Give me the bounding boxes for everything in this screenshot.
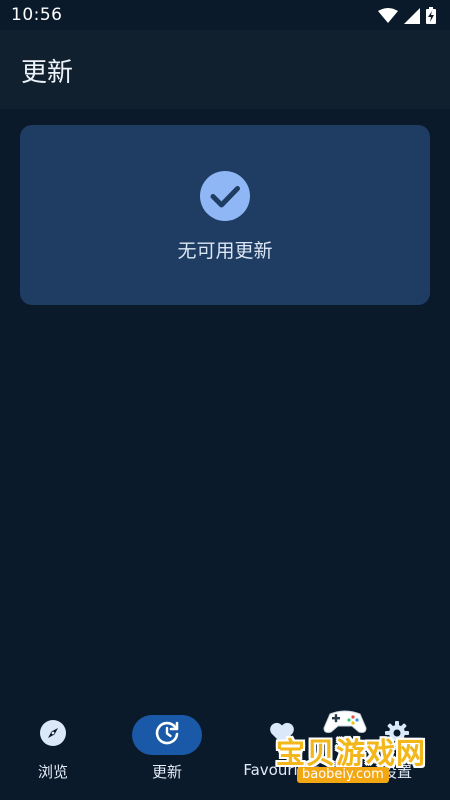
status-icons <box>378 7 436 28</box>
no-updates-message: 无可用更新 <box>177 240 273 262</box>
nav-label-updates: 更新 <box>151 763 182 781</box>
status-time: 10:56 <box>11 5 63 25</box>
wifi-icon <box>378 7 398 28</box>
check-circle-icon <box>200 171 250 221</box>
compass-icon <box>40 720 66 750</box>
app-bar: 更新 <box>0 30 450 109</box>
nav-item-browse[interactable]: 浏览 <box>0 714 108 784</box>
nav-active-indicator <box>132 715 202 755</box>
nav-label-browse: 浏览 <box>37 763 68 781</box>
nav-item-updates[interactable]: 更新 <box>112 714 222 784</box>
watermark-text: 宝贝游戏网 <box>276 736 427 770</box>
page-title: 更新 <box>21 58 74 88</box>
update-icon <box>154 720 180 750</box>
nav-icon-container <box>18 715 88 755</box>
battery-icon <box>426 7 436 28</box>
watermark-url: baobeiy.com <box>297 767 389 783</box>
status-bar: 10:56 <box>0 0 450 30</box>
watermark-logo: 宝贝游戏网 baobeiy.com <box>262 706 432 794</box>
update-status-card: 无可用更新 <box>20 125 430 305</box>
signal-icon <box>404 7 420 28</box>
